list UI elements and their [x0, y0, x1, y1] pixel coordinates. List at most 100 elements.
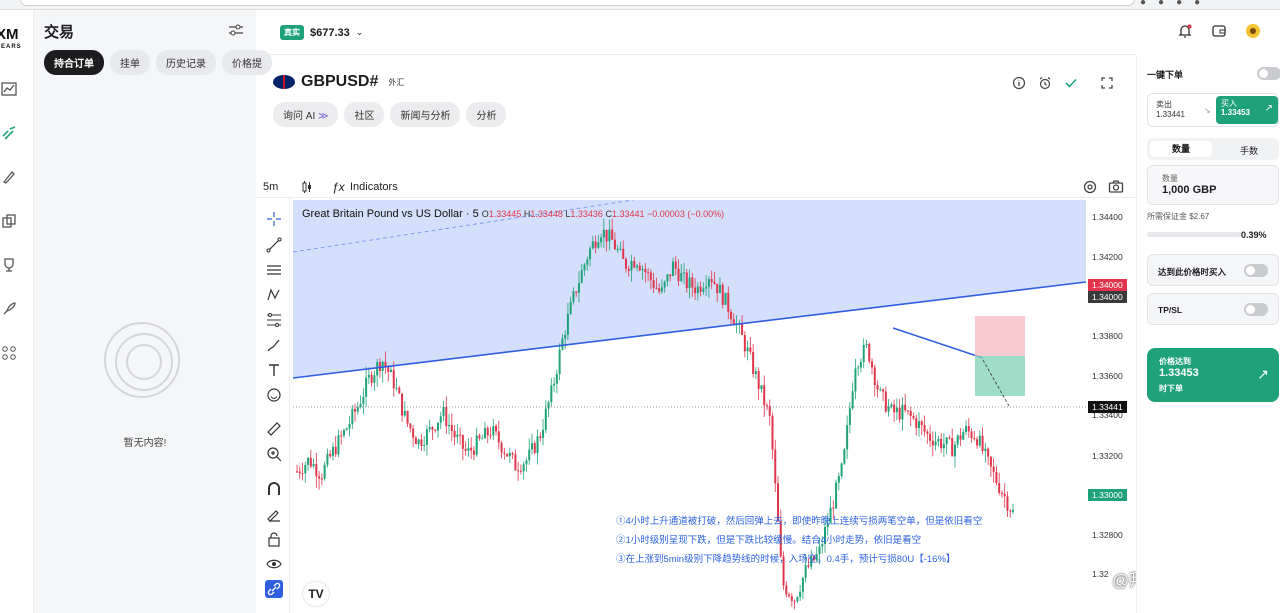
fib-icon[interactable] [265, 311, 283, 329]
candle [301, 473, 304, 475]
arrow-up-right-icon: ↗ [1257, 366, 1269, 382]
candle [362, 396, 365, 405]
candle [895, 407, 898, 413]
info-icon[interactable] [1012, 76, 1026, 90]
tab-pending-orders[interactable]: 挂单 [110, 50, 150, 75]
rocket-icon[interactable] [0, 300, 18, 318]
candle [967, 426, 970, 432]
pattern-icon[interactable] [265, 286, 283, 304]
text-tool-icon[interactable] [265, 361, 283, 379]
trend-line-icon[interactable] [265, 236, 283, 254]
candle [746, 347, 749, 352]
candle [765, 405, 768, 407]
chart-legend: Great Britain Pound vs US Dollar · 5 O1.… [302, 208, 724, 220]
settings-gear-icon[interactable] [1082, 179, 1098, 200]
trophy-icon[interactable] [0, 256, 18, 274]
emoji-icon[interactable] [265, 386, 283, 404]
candle [619, 248, 622, 250]
candle [398, 387, 401, 394]
quantity-field[interactable]: 数量 1,000 GBP [1147, 165, 1279, 205]
eye-icon[interactable] [265, 555, 283, 573]
candle [569, 301, 572, 314]
candle [406, 410, 409, 424]
arrow-down-icon: ↘ [1204, 106, 1211, 115]
candle [345, 428, 348, 431]
magnet-icon[interactable] [265, 480, 283, 498]
candle [633, 260, 636, 268]
candle [749, 347, 752, 352]
browser-extension-icons[interactable]: ●●●● [1140, 0, 1212, 8]
filter-icon[interactable] [228, 22, 244, 38]
candle [801, 577, 804, 592]
candle [953, 444, 956, 457]
candle [365, 377, 368, 397]
candle [555, 374, 558, 384]
candle [329, 453, 332, 457]
bell-icon[interactable] [1176, 22, 1194, 40]
candle [544, 408, 547, 430]
profile-avatar[interactable] [1244, 22, 1262, 40]
limit-price-toggle[interactable] [1244, 264, 1268, 277]
candle [318, 476, 321, 479]
lock-icon[interactable] [265, 530, 283, 548]
mode-quantity[interactable]: 数量 [1150, 141, 1212, 157]
lock-drawing-icon[interactable] [265, 505, 283, 523]
place-order-button[interactable]: 价格达到 1.33453 时下单 ↗ [1147, 348, 1279, 402]
candle [851, 391, 854, 409]
one-click-toggle[interactable] [1257, 67, 1280, 80]
wallet-icon[interactable] [1210, 22, 1228, 40]
candle [788, 594, 791, 597]
zoom-in-icon[interactable] [265, 445, 283, 463]
candle [542, 429, 545, 438]
alarm-icon[interactable] [1038, 76, 1052, 90]
mode-lots[interactable]: 手数 [1240, 144, 1258, 157]
candle [992, 466, 995, 472]
news-analysis-chip[interactable]: 新闻与分析 [390, 102, 461, 127]
candle [464, 448, 467, 451]
tab-open-positions[interactable]: 持合订单 [44, 50, 104, 75]
candle [674, 261, 677, 269]
ask-ai-chip[interactable]: 询问 AI ≫ [273, 102, 339, 127]
account-selector[interactable]: 真实 $677.33 ⌄ [280, 25, 363, 40]
candle [558, 349, 561, 375]
candle [785, 585, 788, 595]
buy-button[interactable]: 买入 1.33453 ↗ [1216, 96, 1278, 124]
sparkle-icon: ≫ [318, 111, 329, 122]
copy-icon[interactable] [0, 212, 18, 230]
link-icon[interactable] [265, 580, 283, 598]
candle [580, 270, 583, 283]
sell-button[interactable]: 卖出 1.33441 [1156, 100, 1185, 120]
crosshair-icon[interactable] [265, 210, 283, 228]
indicators-button[interactable]: Indicators [350, 181, 398, 193]
timeframe-selector[interactable]: 5m [263, 181, 278, 193]
community-chip[interactable]: 社区 [344, 102, 385, 127]
candle [508, 453, 511, 457]
apps-grid-icon[interactable] [0, 344, 18, 362]
price-tag-gray: 1.34000 [1088, 291, 1127, 303]
tpsl-toggle[interactable] [1244, 303, 1268, 316]
candle [962, 432, 965, 440]
pen-icon[interactable] [0, 168, 18, 186]
camera-icon[interactable] [1108, 179, 1124, 200]
check-icon[interactable] [1064, 76, 1078, 90]
candle-type-icon[interactable] [300, 180, 314, 199]
trade-icon[interactable] [0, 124, 18, 142]
brush-icon[interactable] [265, 336, 283, 354]
candle [517, 470, 520, 472]
candle [959, 435, 962, 440]
candle [320, 478, 323, 480]
tab-history[interactable]: 历史记录 [156, 50, 216, 75]
horizontal-lines-icon[interactable] [265, 261, 283, 279]
candle [586, 259, 589, 265]
candle [890, 404, 893, 407]
ruler-icon[interactable] [265, 420, 283, 438]
candle [937, 438, 940, 442]
chart-icon[interactable] [0, 80, 18, 98]
analysis-chip[interactable]: 分析 [466, 102, 507, 127]
fullscreen-icon[interactable] [1100, 76, 1114, 90]
candle [500, 442, 503, 453]
candle [436, 422, 439, 431]
candle [530, 443, 533, 450]
candle [793, 600, 796, 602]
address-bar[interactable] [20, 0, 1135, 6]
